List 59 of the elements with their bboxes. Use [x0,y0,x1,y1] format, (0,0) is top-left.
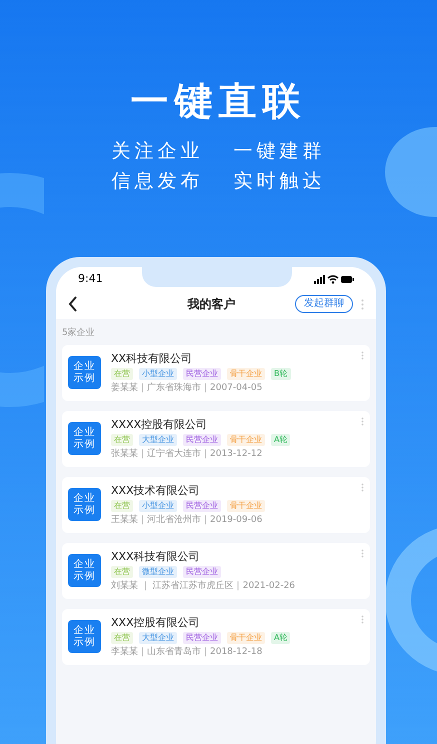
logo-text: 企业 [74,426,96,438]
tag: 民营企业 [183,368,221,380]
company-name: XXX科技有限公司 [111,550,201,564]
customer-card[interactable]: 企业 示例 XXX技术有限公司 在营 小型企业 民营企业 骨干企业 王某某｜河北省沧州市｜2019-09-06 [62,476,370,532]
tag: 小型企业 [139,368,177,380]
logo-text: 企业 [74,558,96,570]
customer-card[interactable]: 企业 示例 XX科技有限公司 在营 小型企业 民营企业 骨干企业 B轮 姜某某｜广东省珠海市｜2007-04-05 [62,344,370,400]
tag: 民营企业 [183,566,221,578]
customer-card[interactable]: 企业 示例 XXX科技有限公司 在营 微型企业 民营企业 刘某某 ｜ 江苏省江苏市虎丘区｜2021-02-26 [62,542,370,598]
company-name: XXXX控股有限公司 [111,418,208,432]
more-icon[interactable] [361,298,364,310]
logo-text: 企业 [74,624,96,636]
company-meta: 王某某｜河北省沧州市｜2019-09-06 [111,514,264,526]
tag: 大型企业 [139,434,177,446]
logo-text: 示例 [74,504,96,516]
company-meta: 李某某｜山东省青岛市｜2018-12-18 [111,646,264,658]
company-meta: 姜某某｜广东省珠海市｜2007-04-05 [111,382,264,394]
tag: B轮 [271,368,290,380]
feature-text: 关注企业 [112,139,204,164]
tag: 骨干企业 [227,500,265,512]
tag: 骨干企业 [227,632,265,644]
tag: 民营企业 [183,500,221,512]
customer-card[interactable]: 企业 示例 XXXX控股有限公司 在营 大型企业 民营企业 骨干企业 A轮 张某某｜辽宁省大连市｜2013-12-12 [62,410,370,466]
customer-card[interactable]: 企业 示例 XXX控股有限公司 在营 大型企业 民营企业 骨干企业 A轮 李某某｜山东省青岛市｜2018-12-18 [62,608,370,664]
tag: 民营企业 [183,632,221,644]
logo-text: 企业 [74,360,96,372]
start-group-chat-button[interactable]: 发起群聊 [295,295,353,313]
feature-text: 信息发布 [112,169,204,194]
tag: 民营企业 [183,434,221,446]
company-meta: 张某某｜辽宁省大连市｜2013-12-12 [111,448,264,460]
logo-text: 示例 [74,372,96,384]
headline: 一键直联 [130,78,306,124]
back-icon[interactable] [68,296,78,312]
logo-text: 示例 [74,570,96,582]
company-name: XX科技有限公司 [111,352,194,366]
tag: 骨干企业 [227,434,265,446]
tag: 在营 [111,368,133,380]
tag: 骨干企业 [227,368,265,380]
tag: 在营 [111,434,133,446]
logo-text: 示例 [74,636,96,648]
tag: 小型企业 [139,500,177,512]
tag: A轮 [271,434,290,446]
feature-text: 一键建群 [234,139,326,164]
feature-text: 实时触达 [234,169,326,194]
tag: 在营 [111,566,133,578]
status-time: 9:41 [78,270,103,287]
company-count: 5家企业 [61,326,96,340]
status-icons-drawing [314,274,354,284]
logo-text: 示例 [74,438,96,450]
logo-text: 企业 [74,492,96,504]
tag: 在营 [111,632,133,644]
company-meta: 刘某某 ｜ 江苏省江苏市虎丘区｜2021-02-26 [111,580,296,592]
company-name: XXX技术有限公司 [111,484,201,498]
tag: 在营 [111,500,133,512]
page-title: 我的客户 [186,296,236,313]
company-name: XXX控股有限公司 [111,616,201,630]
tag: A轮 [271,632,290,644]
tag: 微型企业 [139,566,177,578]
tag: 大型企业 [139,632,177,644]
